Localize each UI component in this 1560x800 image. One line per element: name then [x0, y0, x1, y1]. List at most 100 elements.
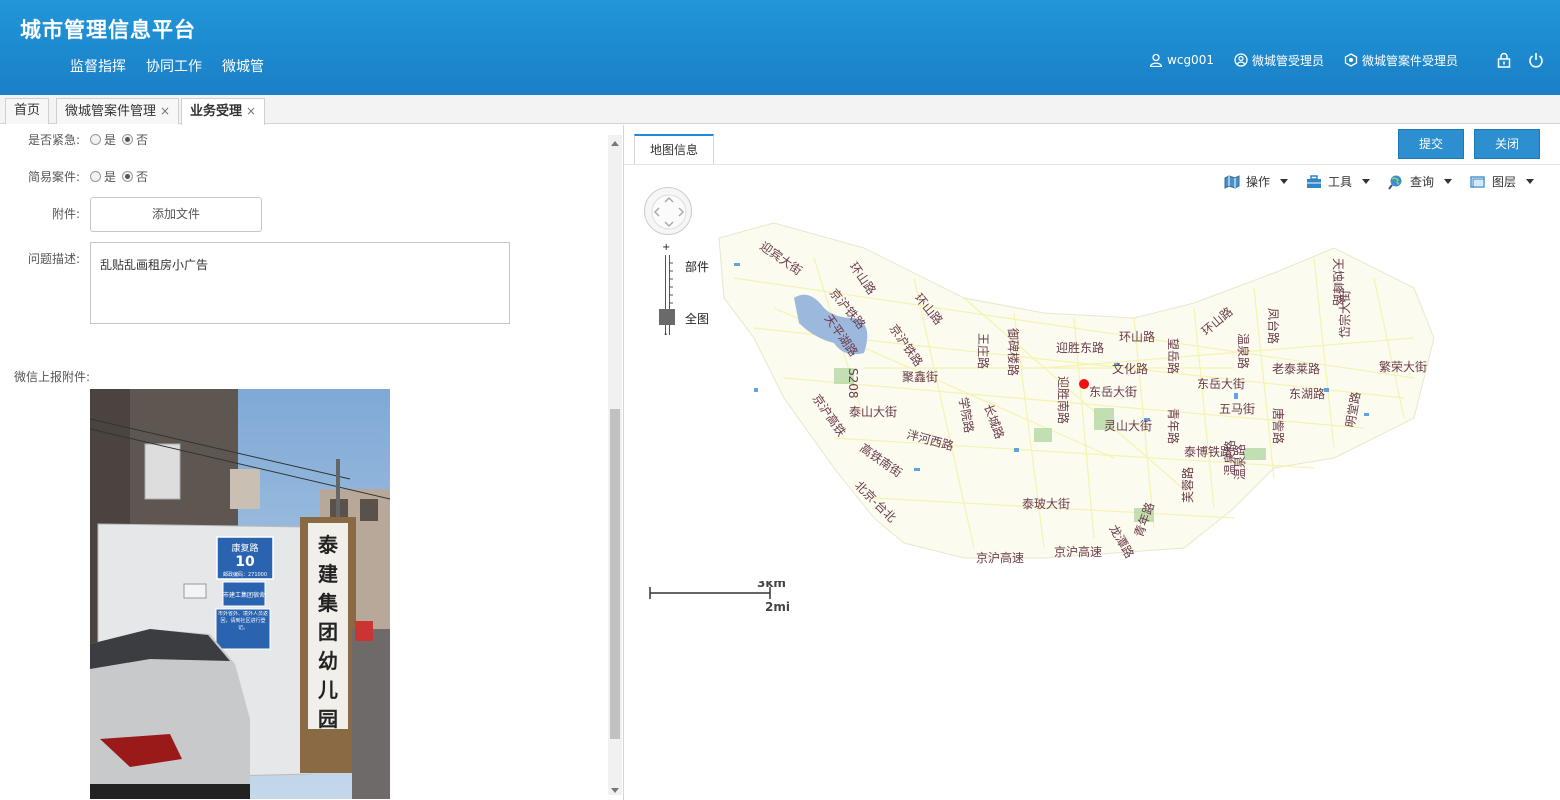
tab-business-accept[interactable]: 业务受理 × — [181, 98, 266, 125]
map-road-label: 望岳路 — [1166, 338, 1181, 374]
form-scrollbar[interactable] — [608, 135, 622, 795]
tab-home-label: 首页 — [14, 103, 41, 118]
scale-mi: 2mi — [765, 600, 790, 614]
urgent-label: 是否紧急: — [27, 133, 80, 147]
user-bar: wcg001 微城管受理员 微城管案件受理员 — [1149, 50, 1560, 70]
zoom-out-icon[interactable]: - — [664, 329, 668, 340]
toolbox-icon — [1306, 174, 1321, 188]
map-road-label: S208 — [846, 368, 860, 399]
radio-yes[interactable] — [90, 171, 101, 182]
map-road-label: 繁荣大街 — [1379, 359, 1427, 374]
tool-tools[interactable]: 工具 — [1306, 173, 1370, 190]
city-map[interactable]: 迎宾大街 环山路 京沪铁路 环山路 天平湖路 京沪铁路 S208 聚鑫街 泰山大… — [714, 218, 1444, 588]
user-icon — [1149, 53, 1163, 67]
map-tab-divider — [624, 164, 1560, 165]
map-road-label: 聚鑫街 — [902, 369, 938, 384]
map-road-label: 五马街 — [1219, 402, 1255, 416]
map-road-label: 御碑楼路 — [1006, 328, 1021, 376]
role-item-2[interactable]: 微城管案件受理员 — [1344, 52, 1458, 69]
tab-close-icon[interactable]: × — [160, 104, 170, 118]
map-road-label: 岱宗大街 — [1337, 290, 1352, 338]
scroll-down-icon[interactable] — [611, 788, 619, 793]
tab-case-management-label: 微城管案件管理 — [65, 104, 157, 119]
description-textarea[interactable]: 乱贴乱画租房小广告 — [90, 242, 510, 324]
map-road-label: 泰山大街 — [849, 405, 897, 419]
description-label: 问题描述: — [27, 252, 80, 266]
map-pan-control[interactable] — [644, 187, 692, 235]
map-road-label: 环山路 — [1119, 329, 1155, 344]
user-account[interactable]: wcg001 — [1149, 53, 1214, 67]
role-badge-icon — [1344, 53, 1358, 67]
simple-no-option[interactable]: 否 — [122, 168, 148, 185]
simple-yes-option[interactable]: 是 — [90, 168, 116, 185]
case-location-marker[interactable] — [1079, 379, 1089, 389]
nav-collaborate[interactable]: 协同工作 — [146, 56, 202, 76]
close-button[interactable]: 关闭 — [1474, 129, 1540, 159]
tab-business-accept-label: 业务受理 — [190, 104, 243, 119]
logout-button[interactable] — [1528, 52, 1544, 68]
nav-supervise[interactable]: 监督指挥 — [70, 56, 126, 76]
vsign-char: 泰 — [317, 533, 339, 557]
vsign-char: 团 — [318, 620, 338, 644]
map-toolbar: 操作 工具 查询 图层 — [1224, 173, 1534, 190]
urgent-row: 是否紧急: 是 否 — [0, 131, 154, 148]
zoom-label-component[interactable]: 部件 — [685, 258, 709, 275]
map-road-label: 王庄路 — [976, 333, 991, 369]
tab-bar: 首页 微城管案件管理 × 业务受理 × — [0, 95, 1560, 125]
submit-button[interactable]: 提交 — [1398, 129, 1464, 159]
vsign-char: 幼 — [318, 649, 338, 673]
zoom-in-icon[interactable]: + — [662, 242, 670, 253]
tool-operate-label: 操作 — [1245, 175, 1270, 189]
app-header: 城市管理信息平台 监督指挥 协同工作 微城管 wcg001 微城管受理员 微城管… — [0, 0, 1560, 95]
map-operate-icon — [1224, 174, 1240, 189]
layers-icon — [1470, 175, 1485, 188]
no-text: 否 — [136, 133, 149, 147]
map-road-label: 东湖路 — [1289, 386, 1325, 401]
photo-image: 泰 建 集 团 幼 儿 园 康复路 10 邮政编码：271000 市建工集团宿舍… — [90, 389, 390, 799]
radio-no[interactable] — [122, 134, 134, 145]
nav-micro-city[interactable]: 微城管 — [222, 56, 264, 76]
tab-close-icon[interactable]: × — [246, 104, 256, 118]
scroll-thumb[interactable] — [610, 409, 620, 739]
urgent-no-option[interactable]: 否 — [122, 131, 148, 148]
chevron-down-icon — [1279, 179, 1288, 184]
sign-dorm-text: 市建工集团宿舍 — [223, 591, 265, 599]
simple-case-row: 简易案件: 是 否 — [0, 168, 154, 185]
role-label-2: 微城管案件受理员 — [1361, 53, 1458, 68]
lock-icon — [1497, 52, 1511, 68]
tool-query[interactable]: 查询 — [1388, 173, 1452, 190]
lock-button[interactable] — [1496, 52, 1512, 68]
tool-layers[interactable]: 图层 — [1470, 173, 1534, 190]
simple-case-label: 简易案件: — [27, 170, 80, 184]
zoom-label-full[interactable]: 全图 — [685, 310, 709, 327]
tab-case-management[interactable]: 微城管案件管理 × — [56, 98, 180, 124]
tab-map-info[interactable]: 地图信息 — [634, 134, 714, 164]
tool-tools-label: 工具 — [1327, 175, 1352, 189]
wechat-attachment-label: 微信上报附件: — [14, 370, 91, 384]
attachment-row: 附件: 添加文件 — [0, 197, 262, 232]
role-label-1: 微城管受理员 — [1251, 53, 1324, 68]
tab-home[interactable]: 首页 — [5, 98, 50, 124]
urgent-yes-option[interactable]: 是 — [90, 131, 116, 148]
wechat-photo[interactable]: 泰 建 集 团 幼 儿 园 康复路 10 邮政编码：271000 市建工集团宿舍… — [90, 389, 390, 799]
power-icon — [1529, 53, 1543, 68]
main-nav: 监督指挥 协同工作 微城管 — [70, 56, 264, 76]
chevron-down-icon — [1361, 179, 1370, 184]
map-panel: 地图信息 提交 关闭 操作 工具 查询 图层 + 部件 全图 - 3km 2mi… — [624, 125, 1560, 800]
sign-notice-text: 市外省外、境外人员返回，请到社区进行登记。 — [217, 611, 268, 631]
tool-operate[interactable]: 操作 — [1224, 173, 1288, 190]
yes-text: 是 — [104, 133, 117, 147]
scroll-up-icon[interactable] — [611, 141, 619, 146]
zoom-knob[interactable] — [659, 309, 675, 325]
add-file-button[interactable]: 添加文件 — [90, 197, 262, 232]
tool-layers-label: 图层 — [1491, 175, 1516, 189]
role-item-1[interactable]: 微城管受理员 — [1234, 52, 1324, 69]
radio-yes[interactable] — [90, 134, 101, 145]
vsign-char: 儿 — [317, 678, 338, 702]
user-name: wcg001 — [1167, 53, 1214, 67]
radio-no[interactable] — [122, 171, 134, 182]
map-road-label: 青年路 — [1166, 408, 1181, 444]
chevron-down-icon — [1443, 179, 1452, 184]
vsign-char: 集 — [317, 591, 339, 615]
globe-search-icon — [1388, 175, 1402, 190]
